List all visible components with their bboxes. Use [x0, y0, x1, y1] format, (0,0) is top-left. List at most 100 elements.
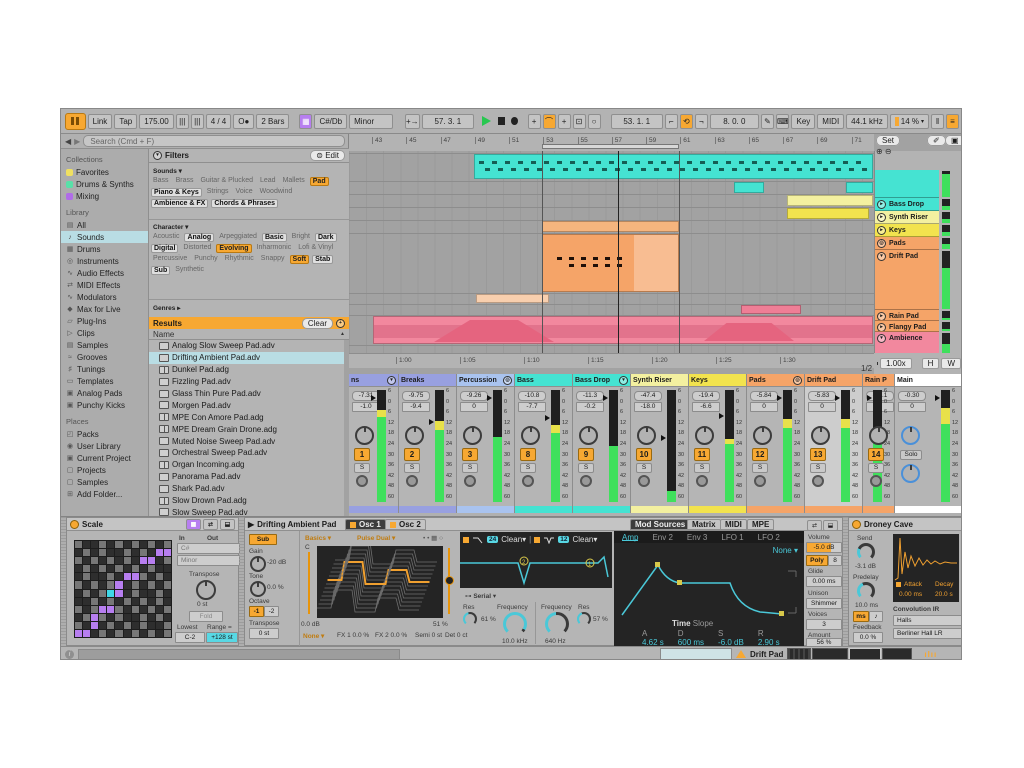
scale-cell[interactable] [99, 549, 106, 556]
peak-level-field[interactable]: -10.8 [518, 391, 546, 401]
mixer-track-title[interactable]: Bass Drop▾ [573, 374, 630, 387]
tab-osc2[interactable]: Osc 2 [385, 519, 426, 530]
sounds-label[interactable]: Sounds ▾ [153, 167, 182, 175]
genres-label[interactable]: Genres ▸ [153, 304, 180, 312]
scale-cell[interactable] [107, 541, 114, 548]
solo-button[interactable]: S [694, 463, 710, 473]
time-signature-field[interactable]: 4 / 4 [206, 114, 232, 129]
scale-cell[interactable] [107, 549, 114, 556]
osc-fx2-value[interactable]: FX 2 0.0 % [375, 632, 407, 639]
predelay-sync-toggle[interactable]: ♪ [869, 611, 883, 622]
sidebar-item-plug-ins[interactable]: ▱Plug-Ins [61, 315, 148, 327]
pan-knob[interactable] [753, 426, 772, 445]
tempo-field[interactable]: 175.00 [139, 114, 173, 129]
scale-cell[interactable] [75, 598, 82, 605]
pan-knob[interactable] [579, 426, 598, 445]
track-header-hidden[interactable] [875, 170, 940, 198]
scale-cell[interactable] [75, 581, 82, 588]
ir-attack-value[interactable]: 0.00 ms [899, 591, 922, 598]
link-button[interactable]: Link [88, 114, 113, 129]
scale-cell[interactable] [99, 614, 106, 621]
scale-cell[interactable] [91, 557, 98, 564]
character-label[interactable]: Character ▾ [153, 223, 188, 231]
scale-cell[interactable] [115, 614, 122, 621]
scale-cell[interactable] [107, 590, 114, 597]
filter-tag-lofi-vinyl[interactable]: Lofi & Vinyl [296, 244, 335, 253]
scale-cell[interactable] [164, 581, 171, 588]
sidebar-item-all[interactable]: ▤All [61, 219, 148, 231]
time-ruler[interactable]: 1:001:051:101:151:201:251:30 [349, 353, 874, 368]
arrangement-clip-area[interactable] [349, 151, 874, 353]
sidebar-item-analog-pads[interactable]: ▣Analog Pads [61, 387, 148, 399]
arrangement-clip[interactable] [373, 316, 873, 344]
result-item[interactable]: Muted Noise Sweep Pad.adv [149, 435, 344, 447]
peak-level-field[interactable]: -0.30 [898, 391, 926, 401]
sidebar-item-grooves[interactable]: ≈Grooves [61, 351, 148, 363]
scale-cell[interactable] [132, 614, 139, 621]
draw-mode-icon[interactable]: ✎ [761, 114, 774, 129]
scale-cell[interactable] [124, 614, 131, 621]
poly-voices-select[interactable]: 8 [828, 555, 842, 566]
device-on-icon[interactable] [70, 520, 79, 529]
track-header-drift-pad[interactable]: ▾Drift Pad [875, 250, 940, 310]
scale-cell[interactable] [83, 630, 90, 637]
ir-file-select[interactable]: Berliner Hall LR [893, 628, 962, 639]
solo-button[interactable]: Solo [900, 450, 922, 460]
peak-level-field[interactable]: -47.4 [634, 391, 662, 401]
track-header-keys[interactable]: ▸Keys [875, 224, 940, 237]
mixer-track-title[interactable]: ns▾ [349, 374, 398, 387]
scale-cell[interactable] [140, 606, 147, 613]
subtab-env3[interactable]: Env 3 [687, 533, 707, 541]
scale-cell[interactable] [107, 565, 114, 572]
sidebar-item-current-project[interactable]: ▣Current Project [61, 452, 148, 464]
scale-cell[interactable] [91, 565, 98, 572]
mixer-strip-drift-pad[interactable]: Drift Pad-5.830606121824303642486013S [805, 374, 863, 506]
env-slope-toggle[interactable]: Slope [693, 619, 713, 628]
result-item[interactable]: MPE Con Amore Pad.adg [149, 411, 344, 423]
peak-level-field[interactable]: -9.75 [402, 391, 430, 401]
lowest-value[interactable]: C-2 [175, 632, 205, 643]
scale-cell[interactable] [140, 573, 147, 580]
scale-cell[interactable] [132, 557, 139, 564]
scale-cell[interactable] [107, 581, 114, 588]
scale-cell[interactable] [91, 622, 98, 629]
group-fold-icon[interactable]: ◎ [503, 376, 512, 385]
mixer-strip-bass[interactable]: Bass-10.8-7.760612182430364248608S [515, 374, 573, 506]
filter-tag-evolving[interactable]: Evolving [216, 244, 251, 253]
filter1-on-checkbox[interactable] [463, 537, 469, 543]
mixer-track-title[interactable]: Percussion◎ [457, 374, 514, 387]
freq2-knob[interactable] [545, 612, 569, 636]
scale-cell[interactable] [124, 622, 131, 629]
scale-cell[interactable] [107, 598, 114, 605]
track-activator-button[interactable]: 2 [404, 448, 420, 461]
playhead[interactable] [618, 151, 619, 353]
overdub-icon[interactable]: + [528, 114, 541, 129]
pan-knob[interactable] [355, 426, 374, 445]
arrangement-clip[interactable] [474, 154, 873, 179]
forward-icon[interactable]: ▶ [74, 137, 80, 146]
scale-cell[interactable] [75, 622, 82, 629]
result-item[interactable]: Morgen Pad.adv [149, 399, 344, 411]
scale-cell[interactable] [83, 557, 90, 564]
filter-tag-ambience-fx[interactable]: Ambience & FX [151, 199, 208, 208]
hot-swap-icon[interactable]: ⇄ [807, 520, 822, 531]
scale-cell[interactable] [132, 541, 139, 548]
scale-cell[interactable] [99, 565, 106, 572]
track-activator-button[interactable]: 12 [752, 448, 768, 461]
scale-cell[interactable] [75, 565, 82, 572]
scale-cell[interactable] [91, 606, 98, 613]
nudge-up-icon[interactable]: ||| [191, 114, 204, 129]
mixer-track-title[interactable]: Drift Pad [805, 374, 862, 387]
scale-cell[interactable] [91, 630, 98, 637]
filter2-type-icon[interactable] [543, 536, 555, 544]
arrangement-clip[interactable] [846, 182, 873, 193]
osc-semi-value[interactable]: Semi 0 st [415, 632, 442, 639]
scale-cell[interactable] [140, 581, 147, 588]
scale-cell[interactable] [115, 541, 122, 548]
scale-cell[interactable] [75, 630, 82, 637]
scale-cell[interactable] [156, 630, 163, 637]
poly-button[interactable]: Poly [806, 555, 828, 566]
scale-cell[interactable] [156, 622, 163, 629]
unfold-icon[interactable]: ▾ [877, 334, 886, 343]
scale-cell[interactable] [148, 581, 155, 588]
